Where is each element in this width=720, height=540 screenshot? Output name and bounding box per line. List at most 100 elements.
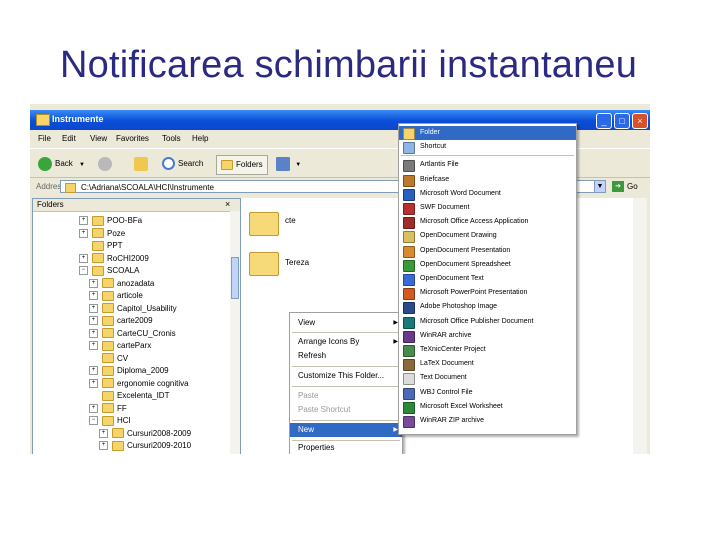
menu-view[interactable]: View	[90, 134, 107, 143]
folders-header: Folders ×	[33, 199, 240, 212]
expand-icon[interactable]: +	[89, 303, 98, 313]
new-item[interactable]: Briefcase	[399, 173, 576, 187]
collapse-icon[interactable]: −	[89, 416, 98, 426]
new-item[interactable]: Text Document	[399, 371, 576, 386]
tree-item[interactable]: + CarteCU_Cronis	[89, 328, 176, 339]
views-button[interactable]: ▼	[276, 155, 301, 173]
tree-item[interactable]: + Cursuri2008-2009	[99, 428, 191, 439]
tree-item[interactable]: + carte2009	[89, 315, 153, 326]
back-button[interactable]: Back ▼	[38, 155, 85, 173]
new-item[interactable]: TeXnicCenter Project	[399, 343, 576, 357]
ctx-label: Paste	[298, 391, 319, 400]
tree-item[interactable]: + Capitol_Usability	[89, 303, 177, 314]
expand-icon[interactable]: +	[89, 366, 98, 376]
menu-tools[interactable]: Tools	[162, 134, 181, 143]
new-item[interactable]: OpenDocument Drawing	[399, 229, 576, 244]
new-item[interactable]: Shortcut	[399, 140, 576, 155]
address-dropdown[interactable]: ▼	[594, 180, 606, 193]
tree-item[interactable]: + FF	[89, 403, 127, 414]
expand-icon[interactable]: +	[79, 253, 88, 263]
new-item[interactable]: LaTeX Document	[399, 357, 576, 372]
new-item[interactable]: WinRAR archive	[399, 329, 576, 343]
tree-item[interactable]: + RoCHI2009	[79, 253, 149, 264]
search-button[interactable]: Search	[162, 155, 203, 173]
ctx-new[interactable]: New ▶	[290, 423, 402, 437]
expand-icon[interactable]: +	[89, 316, 98, 326]
tree-item-label: Cursuri2009-2010	[127, 441, 192, 450]
forward-button[interactable]	[98, 155, 115, 173]
expand-icon[interactable]: +	[89, 278, 98, 288]
new-item[interactable]: WinRAR ZIP archive	[399, 414, 576, 428]
new-item[interactable]: OpenDocument Presentation	[399, 244, 576, 258]
go-label[interactable]: Go	[627, 182, 638, 191]
new-item[interactable]: Microsoft Excel Worksheet	[399, 400, 576, 414]
new-item[interactable]: Adobe Photoshop Image	[399, 300, 576, 315]
new-item[interactable]: Folder	[399, 126, 576, 140]
scroll-thumb[interactable]	[231, 257, 239, 299]
folder-label[interactable]: Tereza	[285, 258, 309, 267]
up-folder-button[interactable]	[134, 155, 151, 173]
ctx-paste-shortcut[interactable]: Paste Shortcut	[290, 403, 402, 417]
tree-item[interactable]: − HCI	[89, 415, 131, 426]
close-button[interactable]: ×	[632, 113, 648, 129]
collapse-icon[interactable]: −	[79, 266, 88, 276]
new-item[interactable]: OpenDocument Spreadsheet	[399, 258, 576, 272]
ctx-refresh[interactable]: Refresh	[290, 349, 402, 363]
tree-item[interactable]: + Cursuri2009-2010	[99, 440, 191, 451]
new-item[interactable]: Microsoft Office Access Application	[399, 215, 576, 230]
folder-icon[interactable]	[249, 212, 279, 236]
expand-icon[interactable]: +	[79, 216, 88, 226]
new-item[interactable]: Microsoft Word Document	[399, 187, 576, 201]
tree-item-label: carte2009	[117, 316, 153, 325]
menu-file[interactable]: File	[38, 134, 51, 143]
tree-item[interactable]: CV	[89, 353, 128, 364]
go-arrow-icon[interactable]: ➜	[612, 181, 624, 192]
folders-scrollbar[interactable]	[230, 211, 240, 454]
tree-item[interactable]: + ergonomie cognitiva	[89, 378, 189, 389]
new-item[interactable]: Microsoft Office Publisher Document	[399, 315, 576, 329]
new-item[interactable]: Artlantis File	[399, 158, 576, 173]
expand-icon[interactable]: +	[99, 441, 108, 451]
tree-item[interactable]: − SCOALA	[79, 265, 139, 276]
new-item[interactable]: Microsoft PowerPoint Presentation	[399, 286, 576, 301]
expand-icon[interactable]: +	[89, 328, 98, 338]
new-item-label: Text Document	[420, 374, 467, 382]
tree-item[interactable]: PPT	[79, 240, 123, 251]
folder-label[interactable]: cte	[285, 216, 296, 225]
expand-icon[interactable]: +	[89, 291, 98, 301]
tree-item[interactable]: + Diploma_2009	[89, 365, 169, 376]
expand-icon[interactable]: +	[99, 428, 108, 438]
maximize-button[interactable]: □	[614, 113, 630, 129]
menu-help[interactable]: Help	[192, 134, 208, 143]
new-item[interactable]: OpenDocument Text	[399, 272, 576, 286]
expand-icon[interactable]: +	[89, 378, 98, 388]
expand-icon[interactable]: +	[89, 403, 98, 413]
folders-pane: Folders × + POO-BFa + Poze PPT + RoCHI2009 − SCO…	[32, 198, 241, 454]
close-icon[interactable]: ×	[225, 199, 230, 209]
expand-icon[interactable]: +	[79, 228, 88, 238]
new-item[interactable]: WBJ Control File	[399, 386, 576, 400]
content-scrollbar[interactable]	[633, 198, 647, 454]
expand-icon[interactable]: +	[89, 341, 98, 351]
tree-item[interactable]: + carteParx	[89, 340, 151, 351]
ctx-view[interactable]: View ▶	[290, 316, 402, 330]
new-item[interactable]: SWF Document	[399, 201, 576, 215]
tree-item[interactable]: + Poze	[79, 228, 125, 239]
ctx-paste[interactable]: Paste	[290, 389, 402, 403]
tree-item[interactable]: Excelenta_IDT	[89, 390, 169, 401]
folders-button[interactable]: Folders	[216, 155, 268, 175]
new-item-label: Shortcut	[420, 143, 447, 151]
ctx-arrange-icons[interactable]: Arrange Icons By ▶	[290, 335, 402, 349]
tree-item[interactable]: + articole	[89, 290, 143, 301]
folder-icon[interactable]	[249, 252, 279, 276]
tree-item-label: Diploma_2009	[117, 366, 169, 375]
ctx-properties[interactable]: Properties	[290, 441, 402, 454]
menu-favorites[interactable]: Favorites	[116, 134, 149, 143]
minimize-button[interactable]: _	[596, 113, 612, 129]
tree-item[interactable]: + POO-BFa	[79, 215, 142, 226]
tree-item[interactable]: + anozadata	[89, 278, 154, 289]
ctx-customize-folder[interactable]: Customize This Folder...	[290, 369, 402, 383]
menu-edit[interactable]: Edit	[62, 134, 76, 143]
file-type-icon	[403, 217, 415, 230]
folder-icon	[102, 290, 114, 301]
